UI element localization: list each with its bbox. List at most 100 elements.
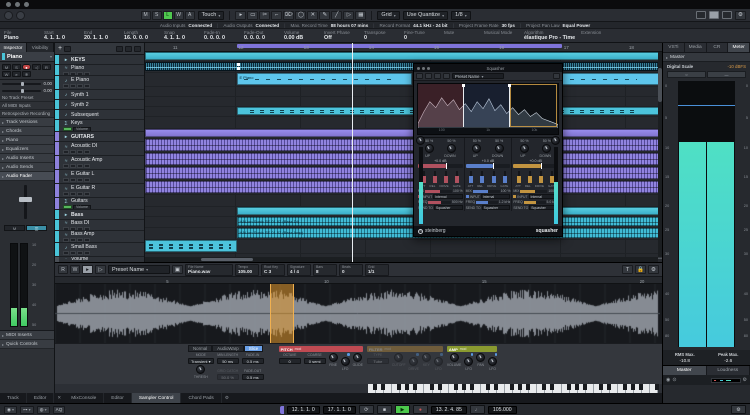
event-handle[interactable] (237, 63, 240, 66)
mix-slider[interactable] (425, 190, 452, 193)
min-length-value[interactable]: 50 ms (217, 358, 239, 364)
solo-button[interactable] (70, 192, 76, 196)
range-selection-tool[interactable]: ▭ (247, 11, 258, 20)
param-slider[interactable] (504, 171, 506, 183)
black-key[interactable] (430, 384, 434, 390)
black-key[interactable] (623, 384, 627, 390)
tab-master[interactable]: Master (663, 366, 707, 375)
param-slider[interactable] (529, 171, 531, 183)
record-enable-button[interactable] (77, 178, 83, 182)
track-row-piano[interactable]: ≈Piano (55, 65, 144, 76)
selection-tool-icon[interactable]: ▸ (82, 265, 93, 274)
play-button[interactable]: ▶ (395, 405, 410, 414)
event-folder[interactable] (145, 129, 662, 137)
event-audio[interactable] (145, 181, 662, 193)
metronome-button[interactable]: ♩ (470, 405, 485, 414)
track-row-acoustic-amp[interactable]: ≈Acoustic Amp (55, 156, 144, 170)
freeze-button[interactable]: ❄ (22, 71, 31, 77)
fade-out-value[interactable]: 0.5 ms (242, 374, 264, 380)
info-volume[interactable]: Volume0.00 dB (284, 30, 318, 41)
close-tab-icon[interactable]: ✕ (54, 393, 64, 403)
field-grid[interactable]: Grid1/1 (365, 264, 389, 276)
freq-slider[interactable] (428, 201, 451, 204)
black-key[interactable] (542, 384, 546, 390)
event-audio[interactable] (145, 62, 662, 71)
black-key[interactable] (438, 384, 442, 390)
tab-vsti[interactable]: VSTi (663, 43, 685, 52)
snap-grid-dropdown[interactable]: Grid▾ (377, 11, 399, 20)
plugin-preset-dropdown[interactable]: Preset Name▾ (452, 73, 504, 79)
filter-track-types-icon[interactable] (116, 46, 123, 52)
glide-knob[interactable] (353, 353, 362, 362)
speaker-icon[interactable]: ◉ (666, 377, 670, 383)
tab-inspector[interactable]: Inspector (0, 43, 27, 52)
mute-button[interactable] (63, 227, 69, 231)
track-row-acoustic-di[interactable]: ≈Acoustic DI (55, 142, 144, 156)
record-button[interactable]: ● (413, 405, 428, 414)
event-e-piano[interactable]: E Piano (237, 73, 413, 85)
param-slider[interactable] (434, 171, 436, 183)
track-row-e-guitar-l[interactable]: ≈E Guitar L (55, 170, 144, 184)
mod-enable-dot[interactable] (347, 353, 350, 356)
up-knob[interactable] (425, 144, 434, 153)
fixed-pitch-icon[interactable]: T (622, 265, 633, 274)
plugin-ab-icon[interactable] (443, 73, 450, 79)
mod-enable-dot[interactable] (495, 353, 498, 356)
channel-fader[interactable] (24, 185, 27, 219)
lfo-knob[interactable] (341, 357, 350, 366)
tab-normal[interactable]: Normal (188, 345, 212, 352)
up-knob[interactable] (472, 144, 481, 153)
monitor-button[interactable] (84, 238, 90, 242)
param-slider[interactable] (481, 171, 483, 183)
quantize-value-dropdown[interactable]: 1/8▾ (451, 11, 471, 20)
up-knob[interactable] (520, 144, 529, 153)
track-row-bass[interactable]: ▸Bass (55, 210, 144, 220)
field-root-key[interactable]: Root KeyC 3 (261, 264, 285, 276)
solo-button[interactable] (70, 84, 76, 88)
info-invert-phase[interactable]: Invert PhaseOff (324, 30, 358, 41)
a-state-button[interactable]: A (185, 11, 195, 20)
close-window-icon[interactable] (6, 2, 11, 7)
tab-cr[interactable]: CR (707, 43, 729, 52)
mute-button[interactable] (63, 192, 69, 196)
crossover-handle-low-mid[interactable] (462, 84, 465, 87)
high-band-zone[interactable] (510, 84, 557, 127)
gain-reduction-bar[interactable] (466, 164, 511, 168)
input-gain-knob[interactable] (416, 136, 425, 145)
grid-catch-value[interactable]: 50.0 % (217, 374, 239, 380)
black-key[interactable] (405, 384, 409, 390)
param-slider[interactable] (493, 171, 495, 183)
black-key[interactable] (462, 384, 466, 390)
glue-tool[interactable]: ⌐ (271, 11, 282, 20)
event-audio[interactable] (145, 153, 662, 165)
mute-button[interactable]: M (2, 64, 11, 70)
right-zone-toggle[interactable] (722, 11, 732, 19)
tab-sampler-control-4[interactable]: Sampler Control (132, 393, 182, 403)
black-key[interactable] (486, 384, 490, 390)
play-tool[interactable]: ▷ (343, 11, 354, 20)
monitor-button[interactable] (84, 251, 90, 255)
mute-button[interactable] (63, 150, 69, 154)
mod-enable-dot[interactable] (471, 353, 474, 356)
mute-button[interactable] (63, 164, 69, 168)
inspector-section-audio-inserts[interactable]: ▸Audio Inserts (0, 154, 54, 163)
black-key[interactable] (583, 384, 587, 390)
fade-in-value[interactable]: 0.5 ms (242, 358, 264, 364)
tab-loudness[interactable]: Loudness (707, 366, 750, 375)
track-row-bass-amp[interactable]: ≈Bass Amp (55, 231, 144, 243)
down-knob[interactable] (447, 144, 456, 153)
output-gain-knob[interactable] (551, 136, 560, 145)
freq-slider[interactable] (476, 201, 498, 204)
mute-button[interactable] (63, 72, 69, 76)
black-key[interactable] (413, 384, 417, 390)
mute-button[interactable] (63, 238, 69, 242)
record-enable-button[interactable]: ● (22, 64, 31, 70)
project-cursor[interactable] (352, 43, 353, 262)
tab-meter[interactable]: Meter (728, 43, 750, 52)
mode-dropdown[interactable]: Transient ▾ (188, 358, 214, 364)
pan-knob[interactable] (476, 353, 485, 362)
lfo-knob[interactable] (434, 357, 443, 366)
type-value[interactable]: Tube (367, 358, 389, 364)
info-fine-tune[interactable]: Fine-Tune0 (404, 30, 438, 41)
field-bars[interactable]: Bars8 (313, 264, 337, 276)
